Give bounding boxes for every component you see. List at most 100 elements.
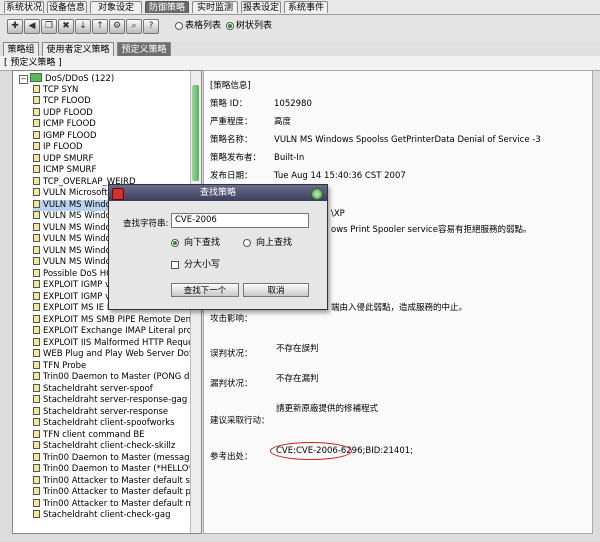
policy-id-label: 策略 ID： <box>210 99 248 109</box>
policy-icon <box>33 441 40 449</box>
tree-item[interactable]: UDP FLOOD <box>33 107 191 120</box>
settings-icon[interactable]: ⚙ <box>109 19 125 34</box>
tree-item[interactable]: ICMP SMURF <box>33 165 191 177</box>
tree-item-label: Stacheldraht server-response <box>43 406 169 417</box>
copy-icon[interactable]: ❐ <box>41 19 57 34</box>
tab-defense-policy[interactable]: 防御策略 <box>145 1 189 13</box>
back-icon[interactable]: ◀ <box>24 19 40 34</box>
policy-icon <box>33 314 40 323</box>
tree-item[interactable]: Stacheldraht client-spoofworks <box>33 418 191 430</box>
tree-root[interactable]: − DoS/DDoS (122) <box>19 73 114 85</box>
delete-icon[interactable]: ✖ <box>58 19 74 34</box>
dialog-title-bar[interactable]: 查找策略 <box>109 185 327 201</box>
release-date-label: 发布日期： <box>210 171 253 181</box>
policy-icon <box>33 234 40 242</box>
export-icon[interactable]: ↑ <box>92 19 108 34</box>
tree-item-label: TFN Probe <box>43 360 87 371</box>
tree-item[interactable]: TFN Probe <box>33 360 191 373</box>
tree-item[interactable]: ICMP FLOOD <box>33 119 191 131</box>
tree-item[interactable]: Trin00 Daemon to Master (message dete <box>33 452 191 465</box>
policy-icon <box>33 418 40 426</box>
tree-root-label: DoS/DDoS (122) <box>45 74 115 84</box>
detail-section-title: [策略信息] <box>210 81 251 91</box>
help-icon[interactable]: ? <box>143 19 159 34</box>
tab-policy-group[interactable]: 策略组 <box>3 42 39 56</box>
policy-icon <box>33 245 40 254</box>
tree-item[interactable]: Stacheldraht server-response-gag <box>33 395 191 407</box>
tab-device-info[interactable]: 设备信息 <box>47 1 87 13</box>
tree-item[interactable]: UDP SMURF <box>33 153 191 166</box>
tab-report-settings[interactable]: 报表设定 <box>241 1 281 13</box>
toolbar: ✚ ◀ ❐ ✖ ↓ ↑ ⚙ ⌕ ? 表格列表 树状列表 <box>0 15 600 42</box>
tree-item[interactable]: TCP FLOOD <box>33 96 191 108</box>
search-up-label: 向上查找 <box>256 238 293 248</box>
tree-item-label: UDP FLOOD <box>43 107 93 118</box>
tab-system-status[interactable]: 系统状况 <box>4 1 44 13</box>
tree-item-label: IGMP FLOOD <box>43 130 97 141</box>
app-icon <box>112 188 124 200</box>
tree-item[interactable]: Stacheldraht server-response <box>33 406 191 419</box>
search-down-radio[interactable] <box>171 239 179 247</box>
tree-item-label: VULN MS Window <box>43 245 118 256</box>
tree-item[interactable]: Stacheldraht client-check-skillz <box>33 441 191 453</box>
impact-description-value: 端由入侵此弱點，造成服務的中止。 <box>331 303 468 313</box>
tree-item[interactable]: Stacheldraht server-spoof <box>33 383 191 396</box>
search-icon[interactable]: ⌕ <box>126 19 142 34</box>
new-icon[interactable]: ✚ <box>7 19 23 34</box>
dialog-title: 查找策略 <box>199 188 236 198</box>
tree-item[interactable]: WEB Plug and Play Web Server DoS atte <box>33 349 191 361</box>
missed-detection-label: 漏判状况： <box>210 379 253 389</box>
search-label: 查找字符串: <box>123 219 169 229</box>
tree-item-label: TFN client command BE <box>43 429 145 440</box>
tree-item[interactable]: EXPLOIT MS SMB PIPE Remote Denial o <box>33 314 191 327</box>
tree-item[interactable]: Trin00 Attacker to Master default startu… <box>33 475 191 488</box>
sub-tab-bar: 策略组 使用者定义策略 预定义策略 <box>0 41 600 57</box>
reference-label: 参考出处： <box>210 452 253 462</box>
tab-object-settings[interactable]: 对象设定 <box>90 1 142 13</box>
tree-item[interactable]: EXPLOIT IIS Malformed HTTP Request R <box>33 337 191 350</box>
tree-item[interactable]: IGMP FLOOD <box>33 130 191 143</box>
match-case-label: 分大小写 <box>184 260 221 270</box>
tree-item-label: Stacheldraht client-check-skillz <box>43 441 176 451</box>
tree-item[interactable]: TFN client command BE <box>33 429 191 442</box>
tree-item-label: Trin00 Attacker to Master default passwo <box>43 487 191 497</box>
tree-item[interactable]: EXPLOIT Exchange IMAP Literal process <box>33 326 191 338</box>
recommended-action-value: 請更新原廠提供的修補程式 <box>276 404 379 414</box>
policy-icon <box>33 475 40 484</box>
policy-icon <box>33 452 40 461</box>
find-next-button[interactable]: 查找下一个 <box>171 283 239 297</box>
tree-item[interactable]: Trin00 Attacker to Master default mdie p… <box>33 498 191 511</box>
tree-item[interactable]: Trin00 Daemon to Master (*HELLO* dete <box>33 464 191 476</box>
tree-item[interactable]: TCP SYN <box>33 84 191 97</box>
cancel-button[interactable]: 取消 <box>243 283 309 297</box>
policy-icon <box>33 96 40 104</box>
tab-user-defined-policy[interactable]: 使用者定义策略 <box>42 42 114 56</box>
false-positive-value: 不存在誤判 <box>276 344 319 354</box>
tree-item[interactable]: Trin00 Attacker to Master default passwo <box>33 487 191 499</box>
collapse-icon[interactable]: − <box>19 75 28 84</box>
policy-icon <box>33 337 40 346</box>
tree-item-label: ICMP SMURF <box>43 165 97 175</box>
tree-item-label: Trin00 Daemon to Master (*HELLO* dete <box>43 464 191 474</box>
tab-realtime-monitor[interactable]: 实时监测 <box>192 1 238 13</box>
close-icon[interactable] <box>311 188 323 200</box>
import-icon[interactable]: ↓ <box>75 19 91 34</box>
tree-item-label: VULN MS Window <box>43 222 118 233</box>
tab-system-events[interactable]: 系统事件 <box>284 1 328 13</box>
tree-item[interactable]: IP FLOOD <box>33 142 191 154</box>
tree-item-label: TCP SYN <box>43 84 79 95</box>
tree-item-label: IP FLOOD <box>43 142 83 152</box>
breadcrumb: [ 预定义策略 ] <box>4 58 62 68</box>
policy-icon <box>33 176 40 185</box>
table-view-radio[interactable] <box>175 22 183 30</box>
tree-item[interactable]: Stacheldraht client-check-gag <box>33 510 191 522</box>
tree-scroll-thumb[interactable] <box>192 85 199 181</box>
tab-predefined-policy[interactable]: 预定义策略 <box>117 42 171 56</box>
search-up-radio[interactable] <box>243 239 251 247</box>
policy-icon <box>33 464 40 472</box>
tree-view-radio[interactable] <box>226 22 234 30</box>
tree-item[interactable]: Trin00 Daemon to Master (PONG detecte <box>33 372 191 384</box>
match-case-checkbox[interactable] <box>171 261 179 269</box>
policy-icon <box>33 383 40 392</box>
search-input[interactable]: CVE-2006 <box>171 213 309 228</box>
